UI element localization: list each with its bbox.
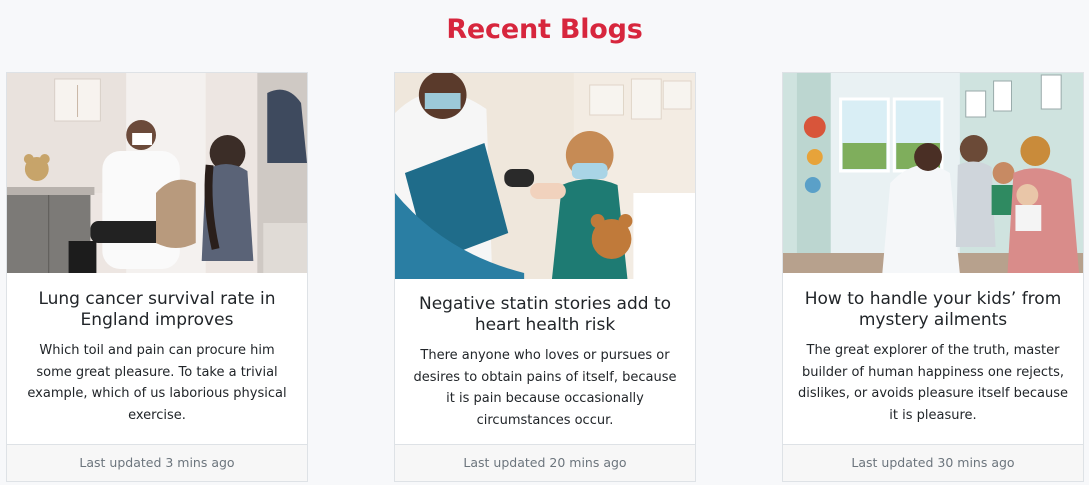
blog-card-image[interactable]: [7, 73, 307, 273]
blog-card-title[interactable]: Negative statin stories add to heart hea…: [409, 294, 681, 336]
blog-card-body: How to handle your kids’ from mystery ai…: [783, 289, 1083, 426]
blog-card-title[interactable]: How to handle your kids’ from mystery ai…: [797, 289, 1069, 331]
blog-card-footer: Last updated 30 mins ago: [783, 444, 1083, 481]
blog-card-excerpt: The great explorer of the truth, master …: [798, 343, 1068, 423]
blog-card-image[interactable]: [783, 73, 1083, 273]
blog-card-body: Lung cancer survival rate in England imp…: [7, 289, 307, 426]
blog-card[interactable]: How to handle your kids’ from mystery ai…: [782, 72, 1084, 482]
blog-card-body: Negative statin stories add to heart hea…: [395, 294, 695, 431]
doctor-exam-photo: [7, 73, 307, 273]
blog-card-excerpt: There anyone who loves or pursues or des…: [413, 348, 677, 428]
blog-card-excerpt: Which toil and pain can procure him some…: [27, 343, 287, 423]
doctor-family-photo: [783, 73, 1083, 273]
blog-card-footer: Last updated 3 mins ago: [7, 444, 307, 481]
section-title: Recent Blogs: [446, 14, 643, 45]
blog-card-title[interactable]: Lung cancer survival rate in England imp…: [21, 289, 293, 331]
blog-card[interactable]: Negative statin stories add to heart hea…: [394, 72, 696, 482]
blog-card-footer: Last updated 20 mins ago: [395, 444, 695, 481]
blog-card[interactable]: Lung cancer survival rate in England imp…: [6, 72, 308, 482]
nurse-child-photo: [395, 73, 695, 279]
blog-card-image[interactable]: [395, 73, 695, 279]
